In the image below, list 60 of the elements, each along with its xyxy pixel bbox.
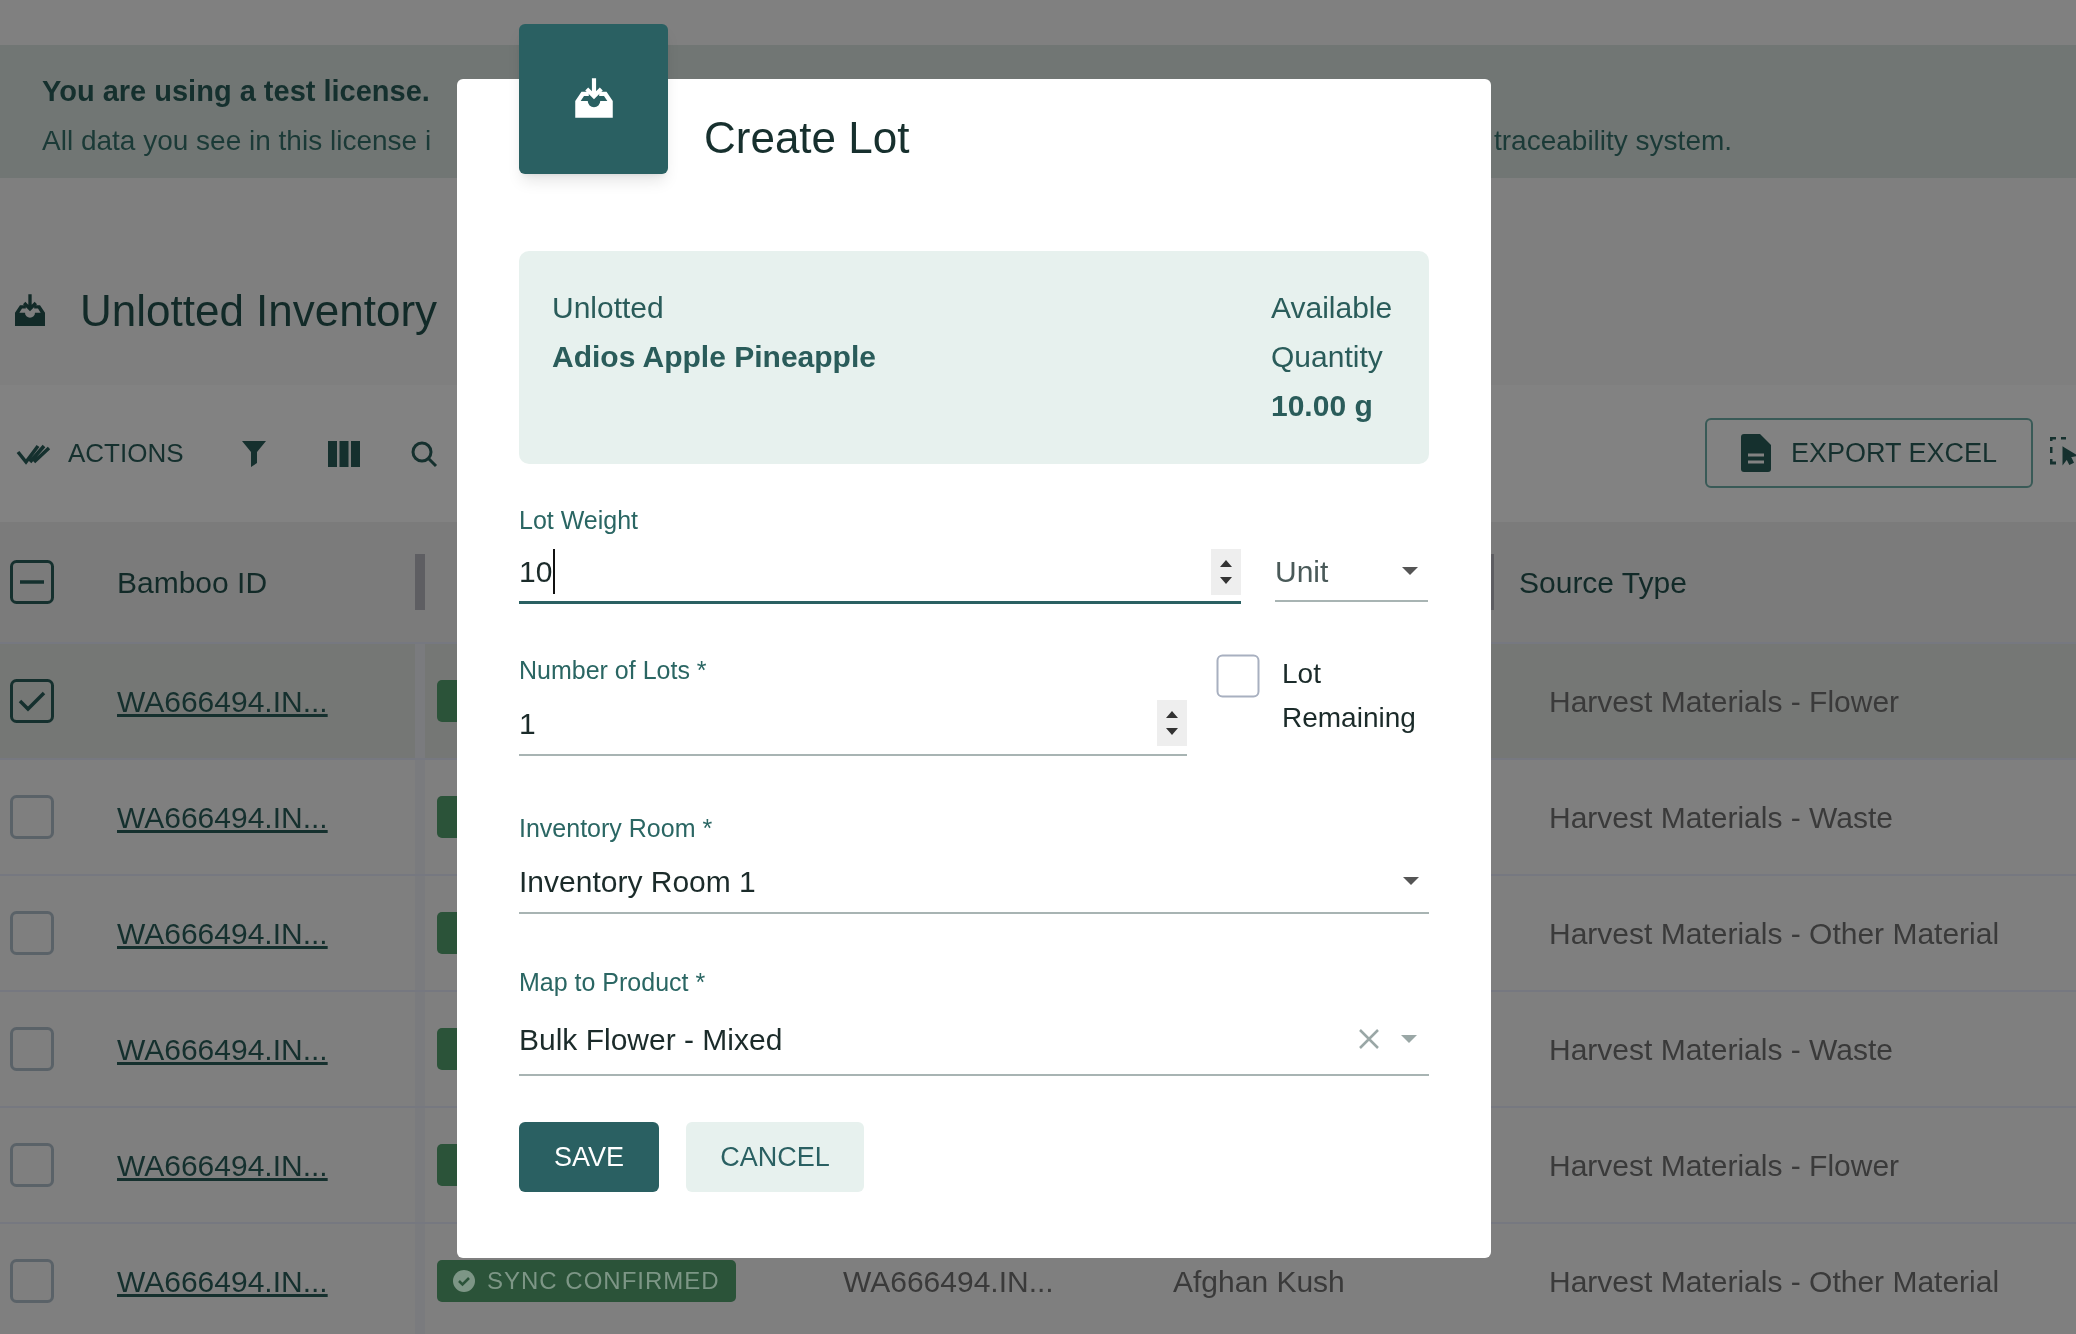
table-cell: Afghan Kush xyxy=(1173,1264,1345,1298)
bamboo-id-link[interactable]: WA666494.IN... xyxy=(117,1258,328,1304)
checkbox[interactable] xyxy=(10,795,54,839)
column-header[interactable]: Source Type xyxy=(1519,565,1687,599)
caret-icon xyxy=(1403,877,1419,885)
bamboo-id-link[interactable]: WA666494.IN... xyxy=(117,1142,328,1188)
bamboo-id-link[interactable]: WA666494.IN... xyxy=(117,910,328,956)
status-badge: SYNC CONFIRMED xyxy=(437,1259,736,1302)
save-button[interactable]: SAVE xyxy=(519,1122,659,1192)
actions-button[interactable]: ACTIONS xyxy=(16,434,184,473)
quantity-value: 10.00 g xyxy=(1271,388,1374,424)
document-icon xyxy=(1740,434,1771,472)
checkbox[interactable] xyxy=(10,1027,54,1071)
table-cell: Harvest Materials - Waste xyxy=(1549,1032,1893,1066)
field-label: Lot Weight xyxy=(519,505,640,536)
summary-label: Unlotted xyxy=(552,290,665,326)
close-icon[interactable] xyxy=(1359,1029,1379,1049)
check-circle-icon xyxy=(453,1269,475,1292)
banner-message: traceability system. xyxy=(1494,124,1733,158)
table-cell: Harvest Materials - Waste xyxy=(1549,800,1893,834)
banner-message: All data you see in this license i xyxy=(42,124,432,158)
spinner-icon[interactable] xyxy=(1157,700,1187,746)
bamboo-id-link[interactable]: WA666494.IN... xyxy=(117,794,328,840)
export-excel-button[interactable]: EXPORT EXCEL xyxy=(1705,418,2033,488)
checkbox[interactable] xyxy=(10,1143,54,1187)
field-label: Map to Product * xyxy=(519,967,707,998)
banner-title: You are using a test license. xyxy=(42,74,430,109)
caret-icon xyxy=(1401,1035,1417,1043)
column-header[interactable]: Bamboo ID xyxy=(117,559,268,605)
table-cell: Harvest Materials - Other Material xyxy=(1549,1264,2000,1298)
product-name: Adios Apple Pineapple xyxy=(552,339,876,375)
columns-icon[interactable] xyxy=(327,440,360,467)
lot-weight-field[interactable]: 10 xyxy=(519,542,1241,604)
search-icon[interactable] xyxy=(409,439,438,468)
caret-icon xyxy=(1402,567,1418,575)
cancel-button[interactable]: CANCEL xyxy=(686,1122,864,1192)
quantity-label: Available Quantity xyxy=(1271,290,1394,375)
checkbox[interactable] xyxy=(10,911,54,955)
table-cell: Harvest Materials - Flower xyxy=(1549,1148,1900,1182)
checkbox[interactable] xyxy=(1216,654,1260,698)
page-title: Unlotted Inventory xyxy=(80,284,438,337)
inventory-room-select[interactable]: Inventory Room 1 xyxy=(519,850,1429,914)
field-label: Number of Lots * xyxy=(519,655,708,686)
checkbox-label: Lot Remaining xyxy=(1282,657,1417,735)
table-cell: Harvest Materials - Other Material xyxy=(1549,916,2000,950)
product-select[interactable]: Bulk Flower - Mixed xyxy=(519,1004,1429,1076)
field-label: Inventory Room * xyxy=(519,813,714,844)
checkbox[interactable] xyxy=(10,560,54,604)
bamboo-id-link[interactable]: WA666494.IN... xyxy=(117,1026,328,1072)
unit-select[interactable]: Unit xyxy=(1275,542,1428,602)
spinner-icon[interactable] xyxy=(1211,548,1241,595)
table-cell: WA666494.IN... xyxy=(843,1264,1054,1298)
number-of-lots-field[interactable]: 1 xyxy=(519,692,1187,756)
dialog-title: Create Lot xyxy=(704,112,911,164)
filter-icon[interactable] xyxy=(241,440,266,467)
checkbox[interactable] xyxy=(10,1259,54,1303)
table-cell: Harvest Materials - Flower xyxy=(1549,684,1900,718)
checkbox[interactable] xyxy=(10,679,54,723)
bamboo-id-link[interactable]: WA666494.IN... xyxy=(117,678,328,724)
column-resize-handle[interactable] xyxy=(415,554,425,610)
